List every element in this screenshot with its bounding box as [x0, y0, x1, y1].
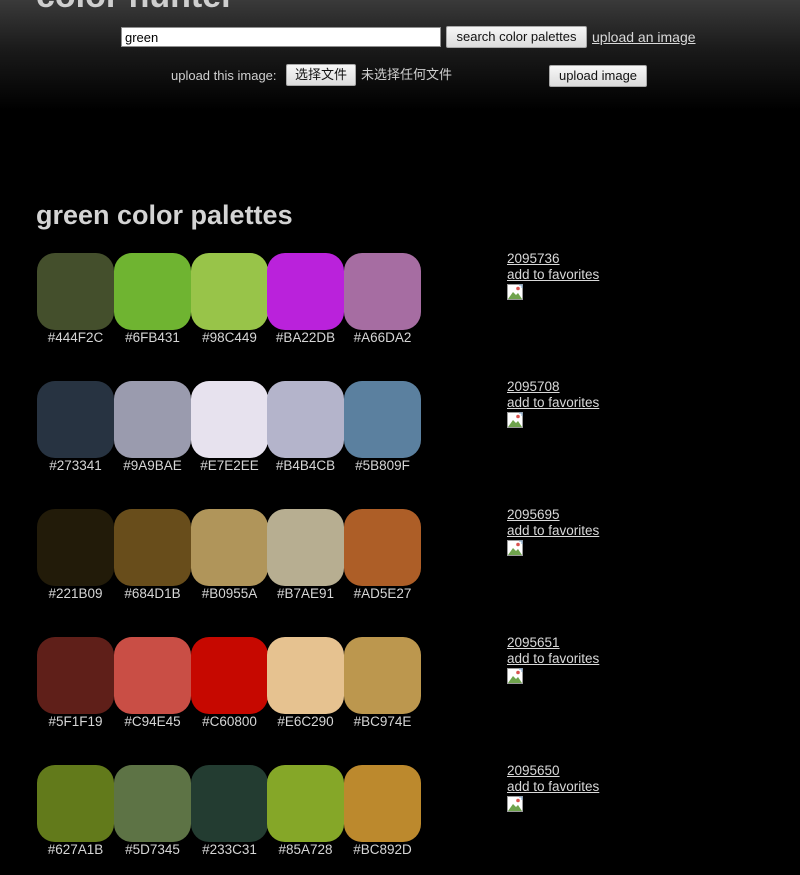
palette-row: #5F1F19 #C94E45 #C60800 #E6C290 #BC974E 20956… — [0, 635, 800, 747]
color-swatch[interactable] — [344, 381, 421, 458]
broken-image-icon — [507, 284, 523, 300]
upload-label: upload this image: — [171, 68, 277, 83]
color-hex-label: #98C449 — [202, 330, 257, 345]
color-hex-label: #684D1B — [124, 586, 181, 601]
color-swatch[interactable] — [37, 381, 114, 458]
palette-id-link[interactable]: 2095708 — [507, 379, 560, 395]
add-to-favorites-link[interactable]: add to favorites — [507, 651, 599, 667]
broken-image-icon — [507, 668, 523, 684]
site-title[interactable]: color hunter — [36, 0, 234, 16]
color-swatch[interactable] — [191, 509, 268, 586]
color-hex-label: #85A728 — [278, 842, 333, 857]
color-hex-label: #233C31 — [202, 842, 257, 857]
color-hex-label: #627A1B — [47, 842, 104, 857]
palette-id-link[interactable]: 2095695 — [507, 507, 560, 523]
color-hex-label: #444F2C — [47, 330, 104, 345]
color-swatch[interactable] — [191, 381, 268, 458]
upload-image-button[interactable]: upload image — [549, 65, 647, 87]
color-swatch[interactable] — [344, 253, 421, 330]
color-hex-label: #5F1F19 — [48, 714, 103, 729]
palette-id-link[interactable]: 2095650 — [507, 763, 560, 779]
color-swatch[interactable] — [114, 253, 191, 330]
color-swatch[interactable] — [37, 765, 114, 842]
color-hex-label: #B0955A — [201, 586, 258, 601]
add-to-favorites-link[interactable]: add to favorites — [507, 779, 599, 795]
add-to-favorites-link[interactable]: add to favorites — [507, 523, 599, 539]
color-hex-label: #221B09 — [48, 586, 103, 601]
color-swatch[interactable] — [114, 765, 191, 842]
upload-image-link[interactable]: upload an image — [592, 29, 696, 45]
color-swatch[interactable] — [37, 509, 114, 586]
color-hex-label: #6FB431 — [125, 330, 180, 345]
color-swatch[interactable] — [191, 637, 268, 714]
color-hex-label: #E6C290 — [277, 714, 334, 729]
color-hex-label: #5B809F — [355, 458, 410, 473]
search-input[interactable] — [121, 27, 441, 47]
palette-id-link[interactable]: 2095736 — [507, 251, 560, 267]
color-hex-label: #B4B4CB — [275, 458, 336, 473]
color-swatch[interactable] — [267, 765, 344, 842]
add-to-favorites-link[interactable]: add to favorites — [507, 267, 599, 283]
palette-row: #444F2C #6FB431 #98C449 #BA22DB #A66DA2 20957… — [0, 251, 800, 363]
color-swatch[interactable] — [191, 765, 268, 842]
color-hex-label: #BA22DB — [275, 330, 336, 345]
color-swatch[interactable] — [114, 381, 191, 458]
color-hex-label: #AD5E27 — [353, 586, 412, 601]
color-hex-label: #BC892D — [353, 842, 412, 857]
color-hex-label: #C94E45 — [124, 714, 181, 729]
color-swatch[interactable] — [267, 509, 344, 586]
color-swatch[interactable] — [267, 381, 344, 458]
results-heading: green color palettes — [36, 200, 293, 230]
palette-id-link[interactable]: 2095651 — [507, 635, 560, 651]
color-swatch[interactable] — [267, 253, 344, 330]
color-swatch[interactable] — [344, 765, 421, 842]
color-hex-label: #273341 — [49, 458, 102, 473]
palette-row: #627A1B #5D7345 #233C31 #85A728 #BC892D 20956… — [0, 763, 800, 875]
color-swatch[interactable] — [37, 637, 114, 714]
search-button[interactable]: search color palettes — [446, 26, 587, 48]
color-swatch[interactable] — [344, 637, 421, 714]
site-header: color hunter search color palettes uploa… — [0, 0, 800, 110]
broken-image-icon — [507, 796, 523, 812]
palette-row: #221B09 #684D1B #B0955A #B7AE91 #AD5E27 20956… — [0, 507, 800, 619]
add-to-favorites-link[interactable]: add to favorites — [507, 395, 599, 411]
color-swatch[interactable] — [267, 637, 344, 714]
color-swatch[interactable] — [114, 637, 191, 714]
color-swatch[interactable] — [191, 253, 268, 330]
choose-file-button[interactable]: 选择文件 — [286, 64, 356, 86]
palette-row: #273341 #9A9BAE #E7E2EE #B4B4CB #5B809F 20957… — [0, 379, 800, 491]
color-hex-label: #BC974E — [353, 714, 412, 729]
color-swatch[interactable] — [114, 509, 191, 586]
color-swatch[interactable] — [344, 509, 421, 586]
color-hex-label: #E7E2EE — [200, 458, 259, 473]
color-hex-label: #9A9BAE — [123, 458, 182, 473]
color-swatch[interactable] — [37, 253, 114, 330]
broken-image-icon — [507, 540, 523, 556]
no-file-chosen-text: 未选择任何文件 — [361, 67, 453, 82]
broken-image-icon — [507, 412, 523, 428]
color-hex-label: #B7AE91 — [276, 586, 335, 601]
color-hex-label: #5D7345 — [125, 842, 180, 857]
color-hex-label: #A66DA2 — [353, 330, 412, 345]
color-hex-label: #C60800 — [202, 714, 257, 729]
